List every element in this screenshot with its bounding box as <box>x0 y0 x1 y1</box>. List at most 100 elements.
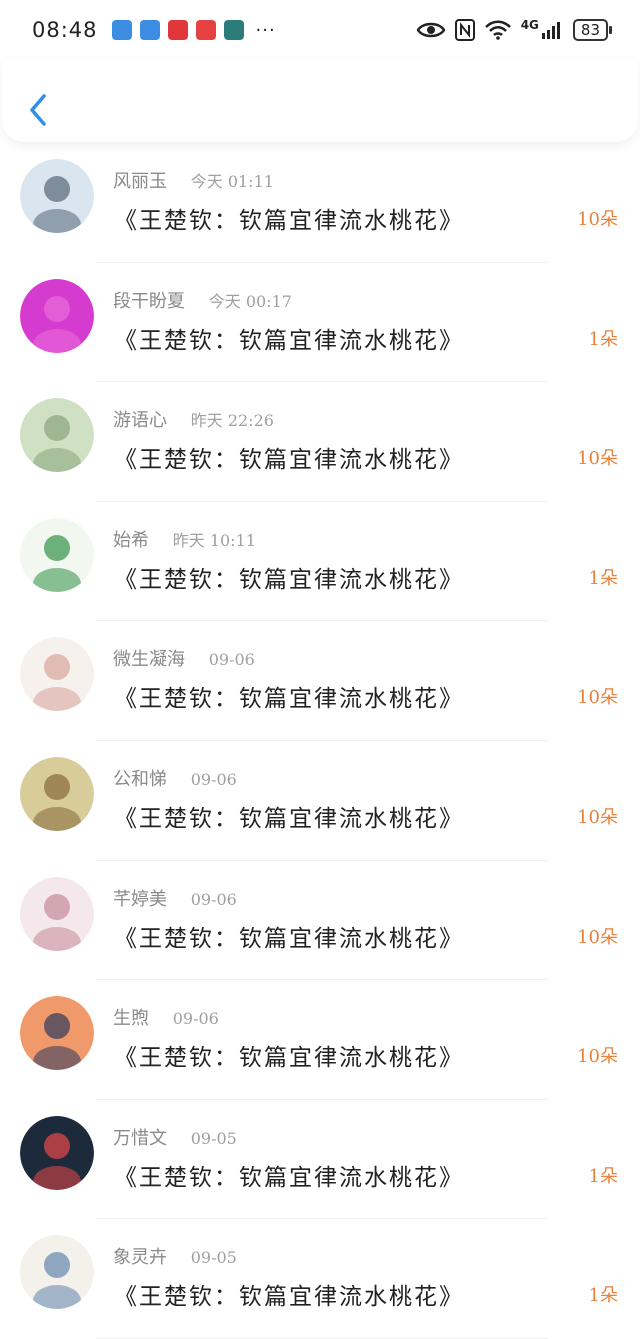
timestamp: 09-06 <box>190 889 237 909</box>
timestamp: 09-05 <box>190 1248 237 1268</box>
app-notification-icon <box>111 20 132 40</box>
status-left: 08:48 ··· <box>32 18 276 42</box>
flower-count: 10朵 <box>577 806 618 828</box>
avatar-image <box>20 996 94 1071</box>
gift-record-list: 风丽玉 今天 01:11 《王楚钦：钦篇宜律流水桃花》 10朵 段干盼夏 今天 … <box>0 143 640 1339</box>
avatar-image <box>20 1115 94 1190</box>
nfc-icon <box>454 19 475 41</box>
more-notifications: ··· <box>255 19 276 41</box>
avatar[interactable] <box>20 278 94 353</box>
user-name: 段干盼夏 <box>113 290 185 312</box>
flower-count: 10朵 <box>577 209 618 230</box>
work-title: 《王楚钦：钦篇宜律流水桃花》 <box>114 805 464 832</box>
timestamp: 今天 00:17 <box>208 291 292 311</box>
work-title: 《王楚钦：钦篇宜律流水桃花》 <box>114 327 464 354</box>
list-item[interactable]: 始希 昨天 10:11 《王楚钦：钦篇宜律流水桃花》 1朵 <box>0 502 640 622</box>
flower-count: 10朵 <box>577 687 618 709</box>
signal-icon <box>541 22 560 39</box>
avatar[interactable] <box>20 756 94 831</box>
back-button[interactable] <box>24 90 54 130</box>
avatar[interactable] <box>20 159 94 233</box>
list-item[interactable]: 生煦 09-06 《王楚钦：钦篇宜律流水桃花》 10朵 <box>0 980 640 1100</box>
user-name: 微生凝海 <box>113 649 185 671</box>
avatar-image <box>20 876 94 951</box>
list-item[interactable]: 游语心 昨天 22:26 《王楚钦：钦篇宜律流水桃花》 10朵 <box>0 382 640 502</box>
item-meta: 微生凝海 09-06 <box>113 645 255 671</box>
user-name: 象灵卉 <box>113 1247 167 1269</box>
work-title: 《王楚钦：钦篇宜律流水桃花》 <box>114 566 464 593</box>
list-item[interactable]: 公和悌 09-06 《王楚钦：钦篇宜律流水桃花》 10朵 <box>0 741 640 861</box>
work-title: 《王楚钦：钦篇宜律流水桃花》 <box>114 925 464 952</box>
avatar[interactable] <box>20 517 94 592</box>
header-bar <box>2 60 638 142</box>
user-name: 生煦 <box>113 1008 149 1030</box>
app-notification-icon <box>223 20 244 40</box>
flower-count: 10朵 <box>577 448 618 470</box>
avatar[interactable] <box>20 637 94 712</box>
timestamp: 09-05 <box>190 1128 237 1148</box>
avatar[interactable] <box>20 1235 94 1310</box>
list-item[interactable]: 段干盼夏 今天 00:17 《王楚钦：钦篇宜律流水桃花》 1朵 <box>0 263 640 383</box>
list-item[interactable]: 象灵卉 09-05 《王楚钦：钦篇宜律流水桃花》 1朵 <box>0 1219 640 1339</box>
avatar-image <box>20 398 94 473</box>
avatar-image <box>20 1235 94 1310</box>
work-title: 《王楚钦：钦篇宜律流水桃花》 <box>114 686 464 713</box>
work-title: 《王楚钦：钦篇宜律流水桃花》 <box>114 208 464 234</box>
timestamp: 09-06 <box>172 1009 219 1029</box>
item-meta: 象灵卉 09-05 <box>113 1243 237 1269</box>
avatar[interactable] <box>20 996 94 1071</box>
item-meta: 公和悌 09-06 <box>113 765 237 791</box>
status-time: 08:48 <box>32 18 98 42</box>
status-bar: 08:48 ··· 4G 83 <box>0 0 640 60</box>
user-name: 游语心 <box>113 410 167 432</box>
flower-count: 1朵 <box>588 1285 618 1307</box>
user-name: 芊婷美 <box>113 888 167 910</box>
list-item[interactable]: 风丽玉 今天 01:11 《王楚钦：钦篇宜律流水桃花》 10朵 <box>0 143 640 263</box>
list-item[interactable]: 万惜文 09-05 《王楚钦：钦篇宜律流水桃花》 1朵 <box>0 1100 640 1220</box>
user-name: 始希 <box>113 529 149 551</box>
flower-count: 1朵 <box>588 1165 618 1187</box>
status-right: 4G 83 <box>416 18 613 41</box>
work-title: 《王楚钦：钦篇宜律流水桃花》 <box>114 1164 464 1191</box>
work-title: 《王楚钦：钦篇宜律流水桃花》 <box>114 1045 464 1072</box>
avatar-image <box>20 756 94 831</box>
avatar[interactable] <box>20 876 94 951</box>
app-notification-icon <box>167 20 188 40</box>
timestamp: 昨天 22:26 <box>190 411 274 431</box>
eye-icon <box>416 22 445 38</box>
chevron-left-icon <box>30 94 46 126</box>
battery-indicator: 83 <box>572 19 613 41</box>
avatar-image <box>20 159 94 233</box>
timestamp: 昨天 10:11 <box>172 530 256 550</box>
flower-count: 1朵 <box>588 328 618 350</box>
item-meta: 始希 昨天 10:11 <box>113 526 256 552</box>
item-meta: 段干盼夏 今天 00:17 <box>113 287 292 313</box>
item-meta: 游语心 昨天 22:26 <box>113 406 274 432</box>
avatar-image <box>20 517 94 592</box>
app-notification-icon <box>195 20 216 40</box>
timestamp: 09-06 <box>190 769 237 789</box>
wifi-icon <box>484 20 511 40</box>
flower-count: 10朵 <box>577 1046 618 1068</box>
flower-count: 1朵 <box>588 567 618 589</box>
avatar[interactable] <box>20 398 94 473</box>
list-item[interactable]: 微生凝海 09-06 《王楚钦：钦篇宜律流水桃花》 10朵 <box>0 621 640 741</box>
item-meta: 生煦 09-06 <box>113 1004 219 1030</box>
timestamp: 今天 01:11 <box>190 172 274 191</box>
user-name: 公和悌 <box>113 768 167 790</box>
work-title: 《王楚钦：钦篇宜律流水桃花》 <box>114 447 464 474</box>
list-item[interactable]: 芊婷美 09-06 《王楚钦：钦篇宜律流水桃花》 10朵 <box>0 861 640 981</box>
timestamp: 09-06 <box>208 650 255 670</box>
avatar[interactable] <box>20 1115 94 1190</box>
avatar-image <box>20 278 94 353</box>
flower-count: 10朵 <box>577 926 618 948</box>
user-name: 万惜文 <box>113 1127 167 1149</box>
app-notification-icon <box>139 20 160 40</box>
item-meta: 风丽玉 今天 01:11 <box>113 167 274 193</box>
work-title: 《王楚钦：钦篇宜律流水桃花》 <box>114 1284 464 1311</box>
user-name: 风丽玉 <box>113 171 167 192</box>
avatar-image <box>20 637 94 712</box>
item-meta: 芊婷美 09-06 <box>113 885 237 911</box>
network-type: 4G <box>520 18 539 32</box>
item-meta: 万惜文 09-05 <box>113 1124 237 1150</box>
